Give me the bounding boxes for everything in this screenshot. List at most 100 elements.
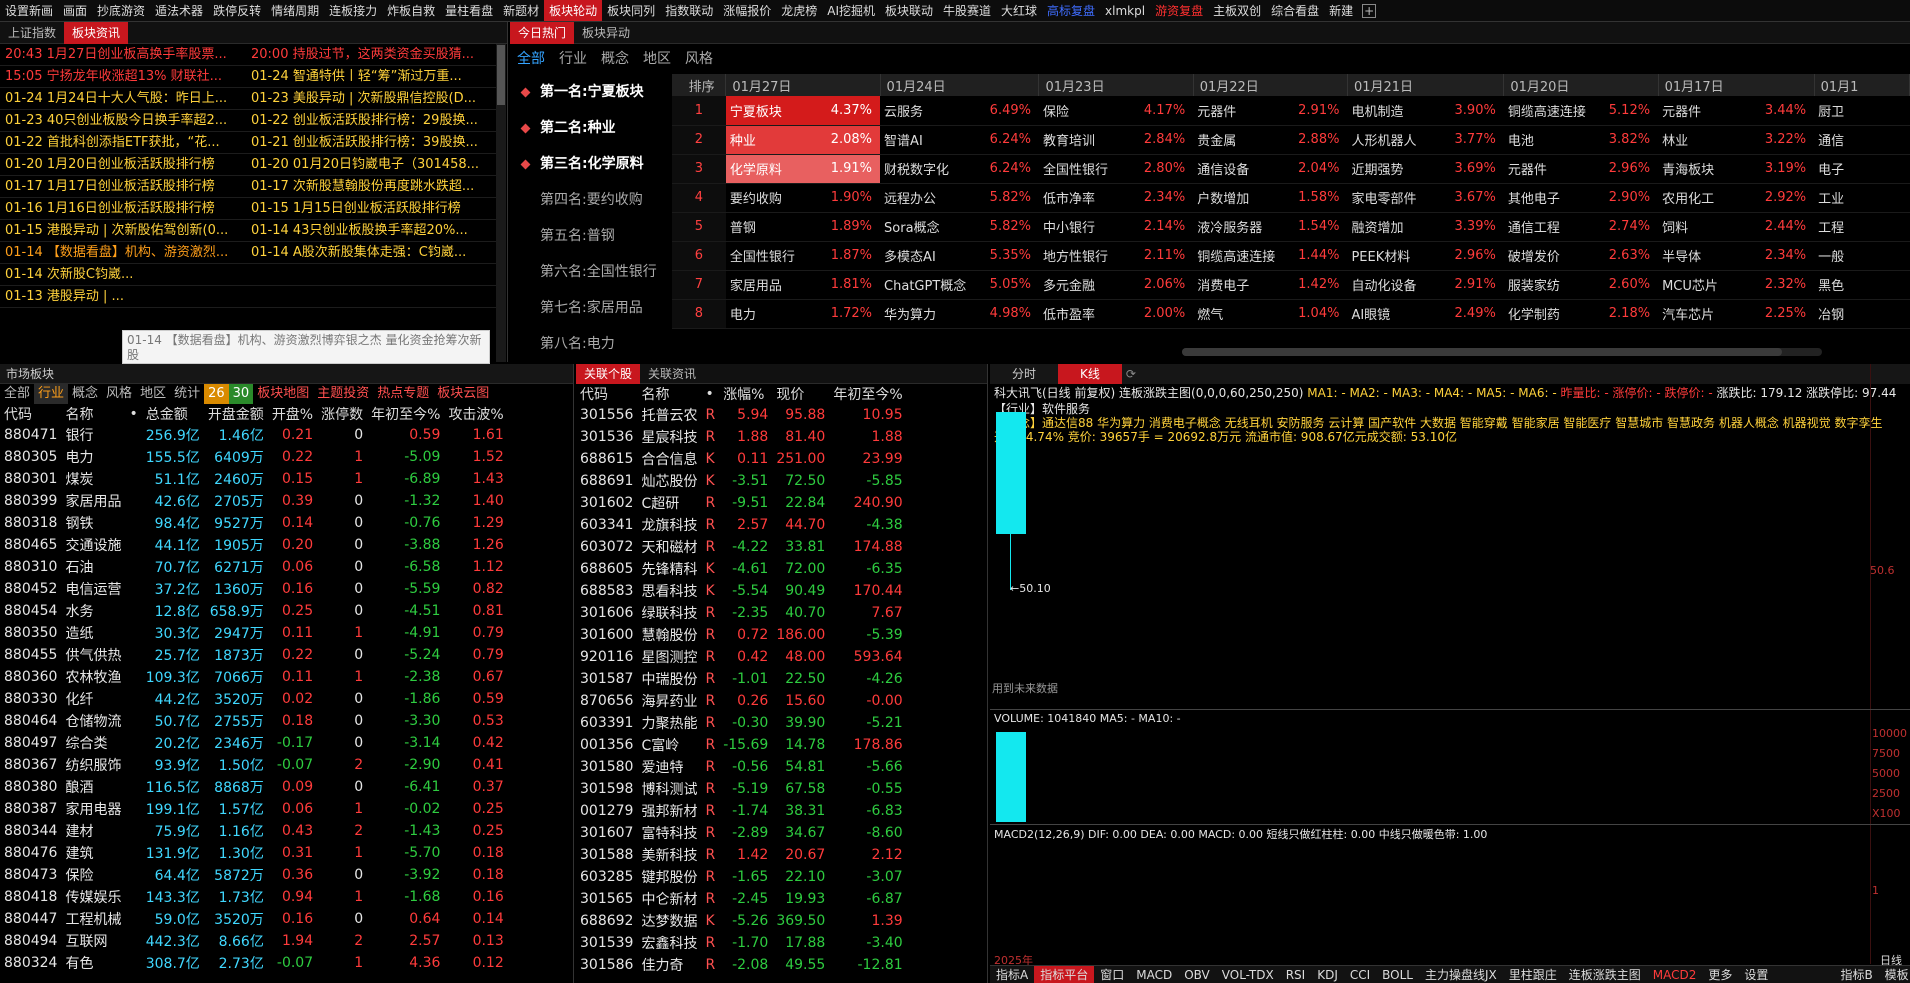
market-row[interactable]: 880476 建筑 131.9亿 1.30亿 0.31 1 -5.70 0.18 (0, 842, 508, 864)
nav-item-23[interactable]: 综合看盘 (1266, 0, 1324, 21)
news-item[interactable]: 20:43 1月27日创业板高换手率股票... (0, 44, 246, 66)
market-subnav-7[interactable]: 30 (228, 384, 254, 404)
hot-subtab-4[interactable]: 风格 (678, 48, 720, 68)
nav-item-5[interactable]: 情绪周期 (266, 0, 324, 21)
related-row[interactable]: 603391 力聚热能 R -0.30 39.90 -5.21 (576, 712, 907, 734)
tab-kline[interactable]: K线 (1058, 364, 1122, 384)
related-row[interactable]: 920116 星图测控 R 0.42 48.00 593.64 (576, 646, 907, 668)
hot-subtab-1[interactable]: 行业 (552, 48, 594, 68)
related-row[interactable]: 301588 美新科技 R 1.42 20.67 2.12 (576, 844, 907, 866)
rank-row[interactable]: 5 普钢 1.89% Sora概念 5.82% 中小银行 2.14% 液冷服务器 1.54% 融资… (672, 212, 1910, 242)
news-scrollbar[interactable] (496, 44, 506, 362)
news-item[interactable]: 01-24 智通特供丨轻“筹”渐过万重... (246, 66, 496, 88)
related-row[interactable]: 688583 思看科技 K -5.54 90.49 170.44 (576, 580, 907, 602)
news-item[interactable]: 01-14 43只创业板股换手率超20%... (246, 220, 496, 242)
indicator-tab-2[interactable]: 窗口 (1094, 966, 1130, 983)
hot-subtab-3[interactable]: 地区 (636, 48, 678, 68)
news-item[interactable]: 01-14 A股次新股集体走强：C钧崴... (246, 242, 496, 264)
market-subnav-5[interactable]: 统计 (170, 384, 204, 404)
indicator-tab-10[interactable]: 主力操盘线JX (1419, 966, 1503, 983)
tab-intraday[interactable]: 分时 (990, 364, 1058, 384)
indicator-tab-7[interactable]: KDJ (1311, 966, 1344, 983)
volume-bar[interactable] (996, 732, 1026, 822)
market-subnav-10[interactable]: 热点专题 (373, 384, 433, 404)
nav-item-6[interactable]: 连板接力 (324, 0, 382, 21)
rank-row[interactable]: 2 种业 2.08% 智谱AI 6.24% 教育培训 2.84% 贵金属 2.88% 人形机器人 3… (672, 125, 1910, 155)
indicator-tab-8[interactable]: CCI (1344, 966, 1376, 983)
indicator-tab-17[interactable]: 模板 (1879, 966, 1910, 983)
rank-row[interactable]: 1 宁夏板块 4.37% 云服务 6.49% 保险 4.17% 元器件 2.91% 电机制造 3.9… (672, 96, 1910, 126)
related-row[interactable]: 301600 慧翰股份 R 0.72 186.00 -5.39 (576, 624, 907, 646)
news-item[interactable]: 01-22 创业板活跃股排行榜：29股换... (246, 110, 496, 132)
news-item[interactable]: 01-21 创业板活跃股排行榜：39股换... (246, 132, 496, 154)
news-item[interactable]: 01-24 1月24日十大人气股：昨日上... (0, 88, 246, 110)
rank-item[interactable]: 第三名:化学原料 (510, 146, 670, 182)
news-item[interactable]: 01-14 【数据看盘】机构、游资激烈... (0, 242, 246, 264)
nav-item-20[interactable]: xlmkpl (1100, 0, 1150, 21)
related-row[interactable]: 688605 先锋精科 K -4.61 72.00 -6.35 (576, 558, 907, 580)
nav-item-12[interactable]: 指数联动 (660, 0, 718, 21)
hot-subtab-0[interactable]: 全部 (510, 48, 552, 68)
rank-row[interactable]: 4 要约收购 1.90% 远程办公 5.82% 低市净率 2.34% 户数增加 1.58% 家电零… (672, 183, 1910, 213)
refresh-icon[interactable]: ⟳ (1122, 364, 1140, 384)
related-row[interactable]: 603341 龙旗科技 R 2.57 44.70 -4.38 (576, 514, 907, 536)
market-subnav-1[interactable]: 行业 (34, 384, 69, 404)
news-item[interactable]: 15:05 宁扬龙年收涨超13% 财联社... (0, 66, 246, 88)
related-row[interactable]: 688692 达梦数据 K -5.26 369.50 1.39 (576, 910, 907, 932)
news-item[interactable]: 01-13 港股异动 | ... (0, 286, 246, 308)
news-item[interactable]: 01-15 港股异动 | 次新股佑驾创新(0... (0, 220, 246, 242)
nav-item-11[interactable]: 板块同列 (602, 0, 660, 21)
related-row[interactable]: 301587 中瑞股份 R -1.01 22.50 -4.26 (576, 668, 907, 690)
rank-item[interactable]: 第五名:普钢 (510, 218, 670, 254)
tab-today-hot[interactable]: 今日热门 (510, 22, 575, 44)
market-row[interactable]: 880399 家居用品 42.6亿 2705万 0.39 0 -1.32 1.40 (0, 490, 508, 512)
nav-item-13[interactable]: 涨幅报价 (718, 0, 776, 21)
nav-item-9[interactable]: 新题材 (498, 0, 544, 21)
nav-item-19[interactable]: 高标复盘 (1042, 0, 1100, 21)
nav-item-10[interactable]: 板块轮动 (544, 0, 603, 21)
news-item[interactable]: 01-17 1月17日创业板活跃股排行榜 (0, 176, 246, 198)
related-row[interactable]: 301565 中仑新材 R -2.45 19.93 -6.87 (576, 888, 907, 910)
nav-item-1[interactable]: 画面 (58, 0, 92, 21)
news-item[interactable]: 01-22 首批科创添指ETF获批，“花... (0, 132, 246, 154)
market-subnav-4[interactable]: 地区 (136, 384, 170, 404)
market-row[interactable]: 880418 传媒娱乐 143.3亿 1.73亿 0.94 1 -1.68 0.16 (0, 886, 508, 908)
market-row[interactable]: 880324 有色 308.7亿 2.73亿 -0.07 1 4.36 0.12 (0, 952, 508, 974)
market-subnav-2[interactable]: 概念 (68, 384, 102, 404)
related-row[interactable]: 870656 海昇药业 R 0.26 15.60 -0.00 (576, 690, 907, 712)
market-row[interactable]: 880310 石油 70.7亿 6271万 0.06 0 -6.58 1.12 (0, 556, 508, 578)
nav-item-14[interactable]: 龙虎榜 (776, 0, 822, 21)
news-item[interactable]: 01-20 1月20日创业板活跃股排行榜 (0, 154, 246, 176)
tab-sector-anomaly[interactable]: 板块异动 (574, 22, 638, 44)
kline-candle[interactable] (996, 412, 1026, 534)
rank-row[interactable]: 7 家居用品 1.81% ChatGPT概念 5.05% 多元金融 2.06% 消费电子 1.4… (672, 270, 1910, 300)
market-row[interactable]: 880360 农林牧渔 109.3亿 7066万 0.11 1 -2.38 0.67 (0, 666, 508, 688)
indicator-tab-4[interactable]: OBV (1178, 966, 1216, 983)
nav-item-22[interactable]: 主板双创 (1208, 0, 1266, 21)
indicator-tab-6[interactable]: RSI (1280, 966, 1312, 983)
rank-item[interactable]: 第四名:要约收购 (510, 182, 670, 218)
market-subnav-8[interactable]: 板块地图 (253, 384, 313, 404)
tab-sh-index[interactable]: 上证指数 (0, 22, 64, 44)
news-item[interactable]: 01-16 1月16日创业板活跃股排行榜 (0, 198, 246, 220)
rank-item[interactable]: 第八名:电力 (510, 326, 670, 362)
market-row[interactable]: 880344 建材 75.9亿 1.16亿 0.43 2 -1.43 0.25 (0, 820, 508, 842)
market-row[interactable]: 880452 电信运营 37.2亿 1360万 0.16 0 -5.59 0.82 (0, 578, 508, 600)
market-row[interactable]: 880497 综合类 20.2亿 2346万 -0.17 0 -3.14 0.42 (0, 732, 508, 754)
market-row[interactable]: 880301 煤炭 51.1亿 2460万 0.15 1 -6.89 1.43 (0, 468, 508, 490)
related-row[interactable]: 301536 星宸科技 R 1.88 81.40 1.88 (576, 426, 907, 448)
related-row[interactable]: 603072 天和磁材 R -4.22 33.81 174.88 (576, 536, 907, 558)
nav-item-7[interactable]: 炸板自救 (382, 0, 440, 21)
rank-item[interactable]: 第二名:种业 (510, 110, 670, 146)
news-item[interactable]: 01-23 40只创业板股今日换手率超2... (0, 110, 246, 132)
indicator-tab-0[interactable]: 指标A (990, 966, 1034, 983)
nav-item-15[interactable]: AI挖掘机 (822, 0, 880, 21)
news-item[interactable]: 01-17 次新股慧翰股份再度跳水跌超... (246, 176, 496, 198)
market-row[interactable]: 880305 电力 155.5亿 6409万 0.22 1 -5.09 1.52 (0, 446, 508, 468)
nav-item-8[interactable]: 量柱看盘 (440, 0, 498, 21)
indicator-tab-14[interactable]: 更多 (1702, 966, 1738, 983)
indicator-tab-13[interactable]: MACD2 (1647, 966, 1703, 983)
market-subnav-6[interactable]: 26 (204, 384, 229, 404)
market-row[interactable]: 880465 交通设施 44.1亿 1905万 0.20 0 -3.88 1.26 (0, 534, 508, 556)
related-row[interactable]: 688691 灿芯股份 K -3.51 72.50 -5.85 (576, 470, 907, 492)
